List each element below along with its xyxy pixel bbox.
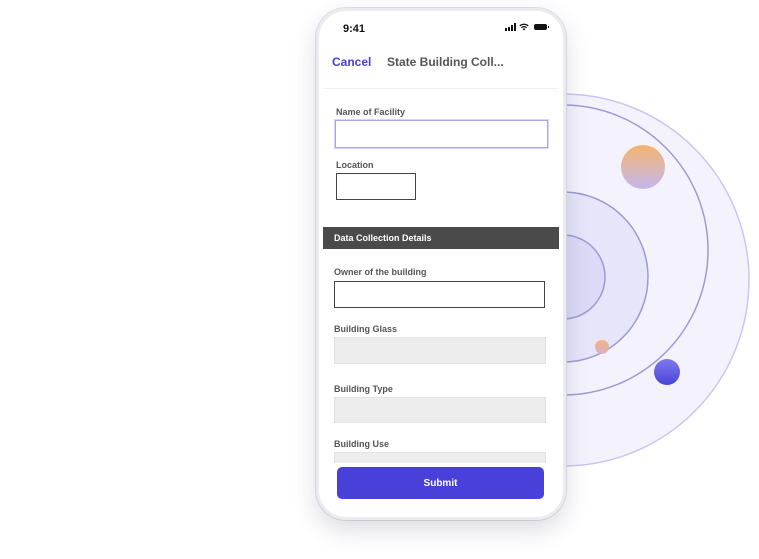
phone-screen: 9:41 Cancel State Building Coll... Name … <box>323 15 559 513</box>
location-input[interactable] <box>336 173 416 200</box>
status-icons <box>505 23 549 31</box>
section-header: Data Collection Details <box>323 227 559 249</box>
glass-label: Building Glass <box>334 324 398 334</box>
submit-button[interactable]: Submit <box>337 467 544 499</box>
submit-area: Submit <box>323 463 559 513</box>
status-time: 9:41 <box>343 23 366 35</box>
wifi-icon <box>519 23 529 31</box>
planet-peach <box>621 145 665 189</box>
planet-blue <box>654 359 680 385</box>
facility-label: Name of Facility <box>336 107 406 117</box>
use-label: Building Use <box>334 439 390 449</box>
owner-input[interactable] <box>334 281 545 308</box>
signal-icon <box>505 23 516 31</box>
section-title: Data Collection Details <box>334 233 432 243</box>
nav-bar: Cancel State Building Coll... <box>323 45 559 89</box>
battery-icon <box>534 24 549 30</box>
type-field[interactable] <box>334 397 546 423</box>
facility-input[interactable] <box>335 120 548 148</box>
type-label: Building Type <box>334 384 393 394</box>
location-label: Location <box>336 160 374 170</box>
planet-small <box>595 340 609 354</box>
glass-field[interactable] <box>334 337 546 364</box>
cancel-button[interactable]: Cancel <box>332 55 371 69</box>
page-title: State Building Coll... <box>387 55 504 69</box>
status-bar: 9:41 <box>323 15 559 39</box>
owner-label: Owner of the building <box>334 267 427 277</box>
phone-frame: 9:41 Cancel State Building Coll... Name … <box>316 8 566 520</box>
